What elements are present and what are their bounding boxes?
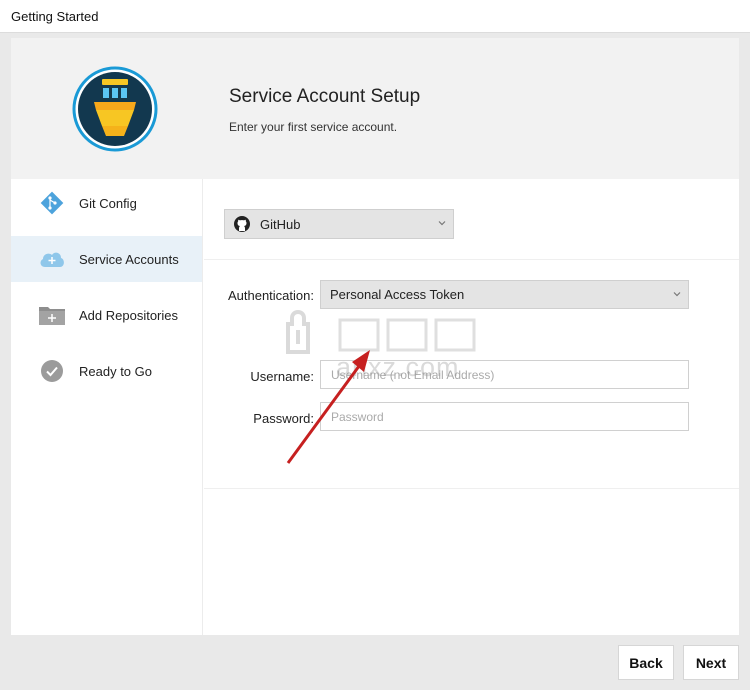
window-title: Getting Started [11, 9, 99, 24]
page-title: Service Account Setup [229, 86, 421, 107]
wizard-header: Service Account Setup Enter your first s… [11, 38, 739, 179]
sidebar-item-add-repositories[interactable]: Add Repositories [11, 292, 202, 338]
git-config-icon [38, 189, 66, 217]
password-field[interactable] [320, 402, 689, 431]
username-field[interactable] [320, 360, 689, 389]
checkmark-icon [38, 357, 66, 385]
sidebar-item-git-config[interactable]: Git Config [11, 180, 202, 226]
sidebar-item-label: Ready to Go [79, 363, 152, 379]
section-divider [204, 259, 739, 260]
provider-value: GitHub [260, 216, 301, 232]
folder-add-icon [38, 301, 66, 329]
username-label: Username: [250, 369, 314, 384]
authentication-label: Authentication: [227, 288, 314, 303]
authentication-dropdown[interactable]: Personal Access Token [320, 280, 689, 309]
provider-dropdown[interactable]: GitHub [224, 209, 454, 239]
sidebar-item-label: Git Config [79, 195, 137, 211]
github-icon [234, 216, 250, 232]
page-subtitle: Enter your first service account. [229, 120, 398, 134]
tower-logo-icon [72, 66, 158, 152]
sidebar-item-label: Service Accounts [79, 251, 179, 267]
chevron-down-icon [438, 221, 446, 226]
cloud-add-icon [38, 245, 66, 273]
next-button[interactable]: Next [683, 645, 739, 680]
chevron-down-icon [673, 292, 681, 297]
password-label: Password: [253, 411, 314, 426]
sidebar-item-ready-to-go[interactable]: Ready to Go [11, 348, 202, 394]
sidebar-item-label: Add Repositories [79, 307, 178, 323]
back-button[interactable]: Back [618, 645, 674, 680]
sidebar-item-service-accounts[interactable]: Service Accounts [11, 236, 202, 282]
section-divider [204, 488, 739, 489]
account-form: GitHub Authentication: Personal Access T… [204, 179, 739, 635]
authentication-value: Personal Access Token [330, 287, 465, 302]
window-title-bar: Getting Started [0, 0, 750, 33]
wizard-sidebar: Git Config Service Accounts Add Reposito… [11, 179, 203, 635]
setup-wizard-panel: Service Account Setup Enter your first s… [11, 38, 739, 635]
